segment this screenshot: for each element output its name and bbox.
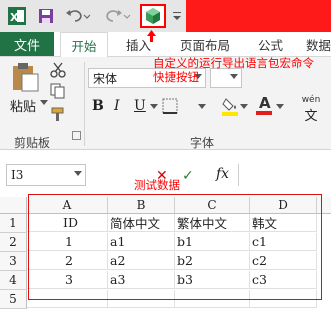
name-box-value: I3 xyxy=(11,168,24,182)
phonetic-label: wén xyxy=(301,95,321,105)
svg-text:X: X xyxy=(10,11,19,24)
name-box[interactable]: I3 xyxy=(6,164,86,186)
font-size-select[interactable] xyxy=(210,68,242,88)
data-highlight-box xyxy=(28,194,322,300)
clipboard-launcher-icon[interactable] xyxy=(72,131,81,140)
formula-input[interactable] xyxy=(238,164,331,186)
chevron-down-icon xyxy=(74,171,82,176)
tab-file[interactable]: 文件 xyxy=(0,32,54,56)
phonetic-glyph: 文 xyxy=(304,109,318,124)
fill-color-dropdown-icon[interactable] xyxy=(240,104,248,109)
italic-button[interactable]: I xyxy=(114,98,120,114)
cut-icon[interactable] xyxy=(50,62,66,78)
tab-data[interactable]: 数据 xyxy=(306,32,331,56)
bold-button[interactable]: B xyxy=(92,98,104,114)
annotation-arrow-icon xyxy=(147,30,156,42)
paste-icon[interactable] xyxy=(10,62,40,92)
insert-function-button[interactable]: fx xyxy=(216,166,229,182)
data-annotation: 测试数据 xyxy=(134,178,180,192)
tab-home[interactable]: 开始 xyxy=(60,32,108,58)
enter-check-icon[interactable]: ✓ xyxy=(182,168,194,184)
font-name-value: 宋体 xyxy=(93,71,118,86)
title-bar-redacted xyxy=(186,0,331,32)
cube-macro-icon xyxy=(146,8,160,24)
underline-button[interactable]: U xyxy=(134,98,146,114)
redo-button[interactable] xyxy=(104,6,132,26)
format-painter-icon[interactable] xyxy=(50,106,66,122)
tab-formulas[interactable]: 公式 xyxy=(258,32,283,56)
row-header-1[interactable]: 1 xyxy=(0,214,27,233)
group-divider xyxy=(84,62,85,146)
macro-annotation-line1: 自定义的运行导出语言包宏命令 xyxy=(153,56,314,70)
row-header-5[interactable]: 5 xyxy=(0,290,27,309)
macro-shortcut-button[interactable] xyxy=(140,4,166,28)
borders-icon[interactable] xyxy=(162,98,180,114)
clipboard-group-label: 剪贴板 xyxy=(14,136,51,150)
row-header-3[interactable]: 3 xyxy=(0,252,27,271)
font-group-label: 字体 xyxy=(190,136,215,150)
borders-dropdown-icon[interactable] xyxy=(198,104,206,109)
underline-dropdown-icon[interactable] xyxy=(150,104,158,109)
tab-page-layout[interactable]: 页面布局 xyxy=(180,32,230,56)
row-header-4[interactable]: 4 xyxy=(0,271,27,290)
excel-logo-icon: X xyxy=(6,6,28,26)
paste-label[interactable]: 粘贴 xyxy=(10,96,36,115)
row-header-2[interactable]: 2 xyxy=(0,233,27,252)
svg-text:A: A xyxy=(259,94,271,112)
undo-button[interactable] xyxy=(64,6,92,26)
save-icon[interactable] xyxy=(36,6,56,26)
chevron-down-icon xyxy=(230,74,238,79)
paste-dropdown-icon[interactable] xyxy=(40,100,48,105)
customize-toolbar-icon[interactable] xyxy=(172,6,182,26)
font-color-icon[interactable]: A xyxy=(256,94,274,116)
font-color-dropdown-icon[interactable] xyxy=(276,104,284,109)
phonetic-icon[interactable]: wén 文 xyxy=(294,95,328,124)
fill-color-icon[interactable] xyxy=(222,96,240,116)
macro-annotation-line2: 快捷按钮 xyxy=(153,70,199,84)
copy-icon[interactable] xyxy=(50,83,66,99)
select-all-corner[interactable] xyxy=(0,197,27,214)
